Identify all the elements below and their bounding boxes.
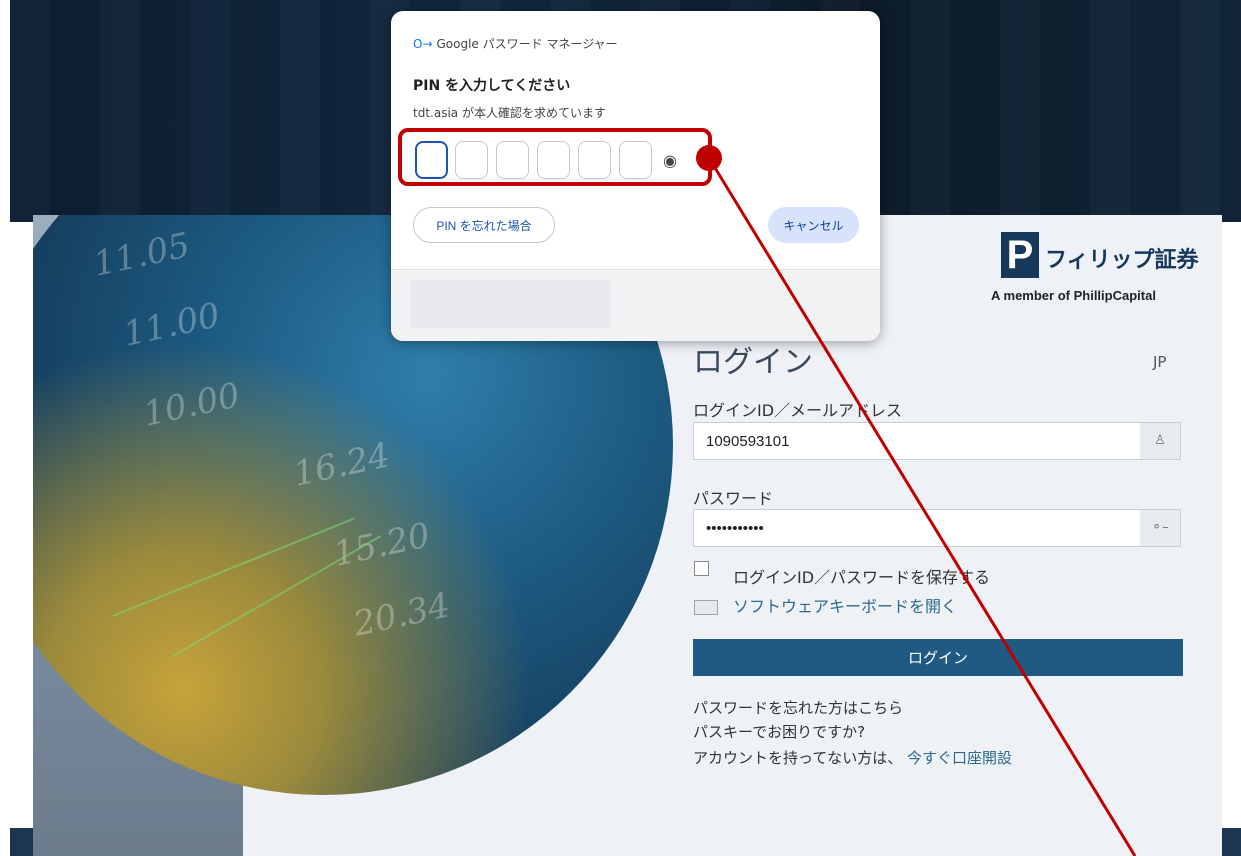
account-prompt: アカウントを持ってない方は、 今すぐ口座開設 — [693, 747, 1012, 768]
cancel-button[interactable]: キャンセル — [768, 207, 859, 243]
software-keyboard-link[interactable]: ソフトウェアキーボードを開く — [733, 593, 957, 617]
keyboard-icon[interactable] — [694, 600, 718, 615]
dialog-title: PIN を入力してください — [413, 78, 571, 94]
footer-placeholder — [411, 280, 611, 328]
dialog-header: O→ Google パスワード マネージャー — [413, 35, 618, 52]
forgot-password-link[interactable]: パスワードを忘れた方はこちら — [693, 697, 903, 718]
user-icon: ♙ — [1140, 423, 1180, 459]
logo-mark: P — [1001, 232, 1039, 278]
remember-checkbox[interactable] — [694, 561, 709, 576]
dialog-header-text: Google パスワード マネージャー — [436, 37, 618, 51]
dialog-subtitle: tdt.asia が本人確認を求めています — [413, 106, 606, 120]
logo-tagline: A member of PhillipCapital — [991, 288, 1156, 303]
hero-decoration: 11.00 — [119, 295, 224, 355]
logo-name: フィリップ証券 — [1045, 248, 1199, 273]
passkey-help-link[interactable]: パスキーでお困りですか? — [693, 721, 865, 742]
company-logo: P フィリップ証券 A member of PhillipCapital — [991, 232, 1211, 312]
password-label: パスワード — [693, 489, 774, 508]
dialog-footer — [391, 269, 880, 341]
open-account-link[interactable]: 今すぐ口座開設 — [907, 749, 1012, 767]
no-account-text: アカウントを持ってない方は、 — [693, 749, 903, 767]
hero-decoration: 11.05 — [89, 225, 194, 285]
key-icon: O→ — [413, 37, 433, 51]
annotation-highlight-box — [398, 128, 712, 186]
login-button[interactable]: ログイン — [693, 639, 1183, 676]
login-title: ログイン — [693, 345, 813, 380]
login-id-label: ログインID／メールアドレス — [693, 401, 903, 420]
login-id-input[interactable]: 1090593101 ♙ — [693, 422, 1181, 460]
forgot-pin-button[interactable]: PIN を忘れた場合 — [413, 207, 555, 243]
hero-decoration: 15.20 — [329, 515, 434, 575]
hero-decoration: 10.00 — [139, 375, 244, 435]
language-selector[interactable]: JP — [1153, 353, 1166, 371]
hero-decoration: 16.24 — [289, 435, 394, 495]
hero-decoration — [172, 535, 382, 657]
password-input[interactable]: ••••••••••• ⚬– — [693, 509, 1181, 547]
hero-decoration — [112, 517, 355, 617]
hero-decoration: 20.34 — [349, 585, 454, 645]
key-icon: ⚬– — [1140, 510, 1180, 546]
login-id-value: 1090593101 — [706, 433, 790, 450]
password-value: ••••••••••• — [706, 520, 764, 537]
remember-label[interactable]: ログインID／パスワードを保存する — [733, 564, 990, 588]
